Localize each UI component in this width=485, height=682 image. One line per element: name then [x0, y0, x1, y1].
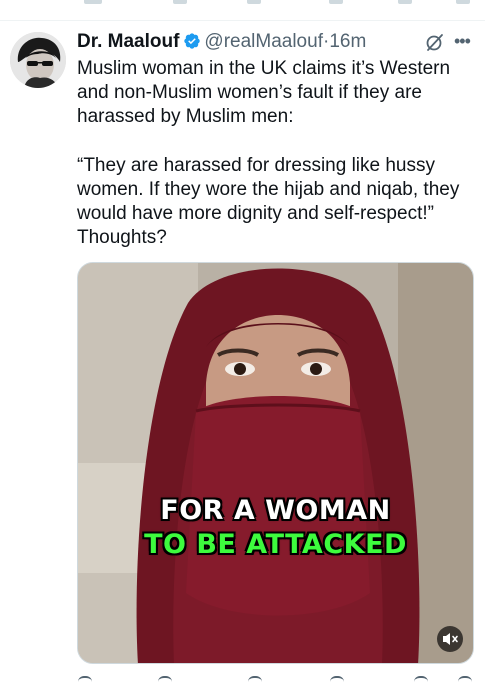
avatar[interactable] [10, 32, 66, 88]
reply-icon-cut[interactable] [84, 0, 102, 4]
retweet-icon[interactable] [158, 676, 172, 682]
views-icon[interactable] [330, 676, 344, 682]
views-icon-cut[interactable] [329, 0, 343, 4]
like-icon-cut[interactable] [247, 0, 261, 4]
tweet-paragraph-1: Muslim woman in the UK claims it’s Weste… [77, 58, 451, 128]
author-name[interactable]: Dr. Maalouf [77, 31, 179, 52]
share-icon-cut[interactable] [456, 0, 470, 4]
share-icon[interactable] [458, 676, 472, 682]
video-caption-line-2: TO BE ATTACKED [144, 529, 407, 560]
mute-icon [443, 633, 458, 645]
author-handle[interactable]: @realMaalouf [204, 31, 323, 52]
timestamp[interactable]: 16m [329, 31, 366, 52]
reply-icon[interactable] [78, 676, 92, 682]
tweet-header: Dr. Maalouf @realMaalouf·16m [77, 30, 477, 54]
bookmark-icon[interactable] [414, 676, 428, 682]
verified-badge-icon [184, 33, 201, 49]
grok-icon[interactable] [425, 32, 445, 52]
previous-tweet-actions [0, 0, 485, 21]
tweet-actions-cut [0, 674, 485, 680]
more-icon[interactable]: ••• [454, 31, 476, 51]
mute-button[interactable] [437, 626, 463, 652]
like-icon[interactable] [248, 676, 262, 682]
bookmark-icon-cut[interactable] [398, 0, 412, 4]
retweet-icon-cut[interactable] [173, 0, 187, 4]
tweet-text: Muslim woman in the UK claims it’s Weste… [77, 57, 477, 250]
video-caption-line-1: FOR A WOMAN [160, 495, 391, 526]
video-frame [78, 263, 473, 663]
video-player[interactable]: FOR A WOMAN TO BE ATTACKED [77, 262, 474, 664]
tweet-paragraph-2: “They are harassed for dressing like hus… [77, 154, 460, 249]
